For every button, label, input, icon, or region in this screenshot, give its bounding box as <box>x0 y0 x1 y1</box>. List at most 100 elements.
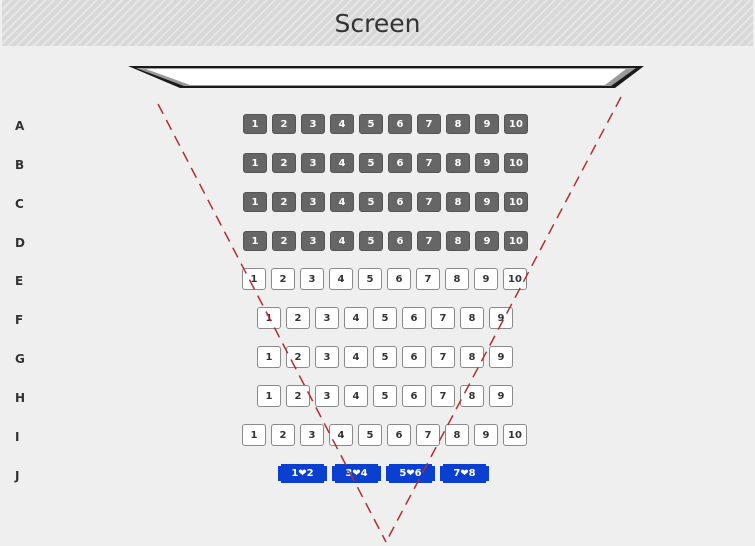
row-label-j: J <box>15 469 20 483</box>
seat-occupied[interactable]: 1 <box>243 153 267 173</box>
seat-available[interactable]: 1 <box>257 385 281 407</box>
seat-available[interactable]: 6 <box>402 385 426 407</box>
seat-occupied[interactable]: 2 <box>272 192 296 212</box>
seat-occupied[interactable]: 8 <box>446 114 470 134</box>
seat-available[interactable]: 1 <box>257 346 281 368</box>
seat-occupied[interactable]: 2 <box>272 153 296 173</box>
seat-available[interactable]: 8 <box>445 424 469 446</box>
seat-available[interactable]: 3 <box>315 346 339 368</box>
seat-occupied[interactable]: 8 <box>446 153 470 173</box>
seat-available[interactable]: 7 <box>431 346 455 368</box>
seat-row-h: 123456789 <box>257 385 518 407</box>
seat-occupied[interactable]: 1 <box>243 231 267 251</box>
seat-occupied[interactable]: 6 <box>388 153 412 173</box>
seat-available[interactable]: 10 <box>503 424 527 446</box>
couple-seat[interactable]: 1❤2 <box>278 464 327 483</box>
seat-row-c: 1 2 3 4 5 6 7 8 9 10 <box>243 192 533 212</box>
seat-available[interactable]: 6 <box>387 424 411 446</box>
couple-seat[interactable]: 3❤4 <box>332 464 381 483</box>
seat-occupied[interactable]: 5 <box>359 231 383 251</box>
seat-occupied[interactable]: 9 <box>475 231 499 251</box>
seat-occupied[interactable]: 7 <box>417 114 441 134</box>
seat-available[interactable]: 1 <box>257 307 281 329</box>
seat-available[interactable]: 5 <box>358 424 382 446</box>
seat-available[interactable]: 5 <box>373 385 397 407</box>
seat-available[interactable]: 8 <box>460 346 484 368</box>
seat-available[interactable]: 8 <box>460 385 484 407</box>
seat-available[interactable]: 3 <box>300 268 324 290</box>
seat-available[interactable]: 9 <box>489 307 513 329</box>
seat-row-e: 1 2 3 4 5 6 7 8 9 10 <box>242 268 532 290</box>
seat-occupied[interactable]: 6 <box>388 231 412 251</box>
seat-available[interactable]: 7 <box>431 307 455 329</box>
seat-available[interactable]: 4 <box>329 424 353 446</box>
seat-occupied[interactable]: 1 <box>243 192 267 212</box>
seat-available[interactable]: 4 <box>329 268 353 290</box>
seat-available[interactable]: 9 <box>474 268 498 290</box>
seat-occupied[interactable]: 4 <box>330 114 354 134</box>
seat-occupied[interactable]: 1 <box>243 114 267 134</box>
seat-occupied[interactable]: 10 <box>504 231 528 251</box>
seat-row-j: 1❤2 3❤4 5❤6 7❤8 <box>278 464 494 483</box>
seat-available[interactable]: 2 <box>271 268 295 290</box>
seat-occupied[interactable]: 7 <box>417 192 441 212</box>
seat-occupied[interactable]: 5 <box>359 153 383 173</box>
row-label-a: A <box>15 119 25 133</box>
seat-available[interactable]: 8 <box>445 268 469 290</box>
seat-occupied[interactable]: 4 <box>330 231 354 251</box>
seat-available[interactable]: 4 <box>344 385 368 407</box>
seat-occupied[interactable]: 7 <box>417 231 441 251</box>
seat-occupied[interactable]: 5 <box>359 192 383 212</box>
seat-available[interactable]: 8 <box>460 307 484 329</box>
seat-occupied[interactable]: 7 <box>417 153 441 173</box>
seat-available[interactable]: 7 <box>431 385 455 407</box>
seat-occupied[interactable]: 10 <box>504 153 528 173</box>
seat-occupied[interactable]: 3 <box>301 192 325 212</box>
seat-occupied[interactable]: 6 <box>388 114 412 134</box>
seat-available[interactable]: 5 <box>373 307 397 329</box>
seat-occupied[interactable]: 8 <box>446 231 470 251</box>
seat-available[interactable]: 3 <box>300 424 324 446</box>
seat-available[interactable]: 6 <box>402 307 426 329</box>
seat-available[interactable]: 3 <box>315 385 339 407</box>
seat-available[interactable]: 6 <box>402 346 426 368</box>
seat-available[interactable]: 9 <box>489 385 513 407</box>
seat-available[interactable]: 7 <box>416 268 440 290</box>
seat-occupied[interactable]: 9 <box>475 114 499 134</box>
seat-available[interactable]: 2 <box>286 385 310 407</box>
seat-available[interactable]: 10 <box>503 268 527 290</box>
seat-occupied[interactable]: 9 <box>475 192 499 212</box>
seat-available[interactable]: 3 <box>315 307 339 329</box>
seat-occupied[interactable]: 9 <box>475 153 499 173</box>
seat-available[interactable]: 2 <box>286 307 310 329</box>
seat-occupied[interactable]: 8 <box>446 192 470 212</box>
row-label-b: B <box>15 158 25 172</box>
seat-occupied[interactable]: 10 <box>504 114 528 134</box>
seat-available[interactable]: 1 <box>242 268 266 290</box>
row-label-g: G <box>15 352 25 366</box>
seat-available[interactable]: 6 <box>387 268 411 290</box>
seat-available[interactable]: 2 <box>271 424 295 446</box>
seat-available[interactable]: 1 <box>242 424 266 446</box>
seat-occupied[interactable]: 5 <box>359 114 383 134</box>
seat-available[interactable]: 2 <box>286 346 310 368</box>
seat-occupied[interactable]: 6 <box>388 192 412 212</box>
row-label-d: D <box>15 236 25 250</box>
couple-seat[interactable]: 7❤8 <box>440 464 489 483</box>
seat-occupied[interactable]: 2 <box>272 114 296 134</box>
seat-available[interactable]: 4 <box>344 346 368 368</box>
seat-available[interactable]: 5 <box>373 346 397 368</box>
couple-seat[interactable]: 5❤6 <box>386 464 435 483</box>
seat-occupied[interactable]: 3 <box>301 153 325 173</box>
seat-available[interactable]: 7 <box>416 424 440 446</box>
seat-occupied[interactable]: 3 <box>301 231 325 251</box>
seat-available[interactable]: 4 <box>344 307 368 329</box>
seat-occupied[interactable]: 4 <box>330 192 354 212</box>
seat-occupied[interactable]: 4 <box>330 153 354 173</box>
seat-available[interactable]: 5 <box>358 268 382 290</box>
seat-occupied[interactable]: 10 <box>504 192 528 212</box>
seat-available[interactable]: 9 <box>474 424 498 446</box>
seat-available[interactable]: 9 <box>489 346 513 368</box>
seat-occupied[interactable]: 2 <box>272 231 296 251</box>
seat-occupied[interactable]: 3 <box>301 114 325 134</box>
